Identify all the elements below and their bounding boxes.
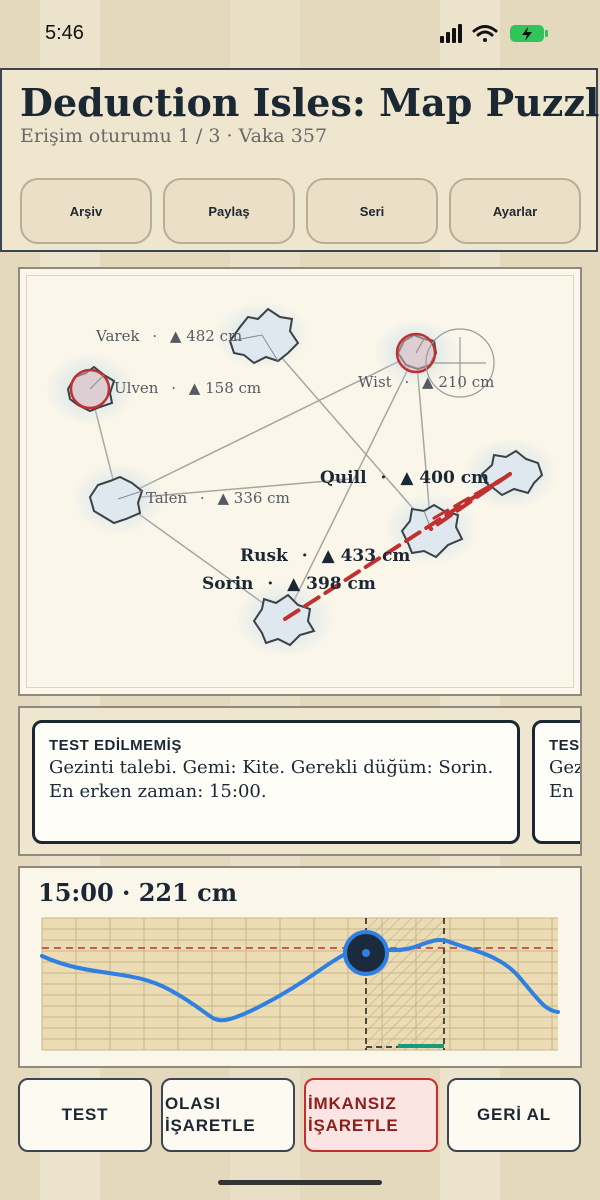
tide-panel: 15:00 · 221 cm — [18, 866, 582, 1068]
label-quill: Quill · ▲ 400 cm — [320, 468, 489, 488]
test-button[interactable]: TEST — [18, 1078, 152, 1152]
wifi-icon — [472, 25, 498, 42]
label-varek: Varek · ▲ 482 cm — [95, 327, 242, 345]
clue-card-next[interactable]: TES Gez En e — [532, 720, 582, 844]
clue-card[interactable]: TEST EDİLMEMİŞ Gezinti talebi. Gemi: Kit… — [32, 720, 520, 844]
archive-button[interactable]: Arşiv — [20, 178, 152, 244]
status-bar: 5:46 — [0, 0, 600, 68]
clue-status: TEST EDİLMEMİŞ — [49, 737, 182, 754]
label-ulven: Ulven · ▲ 158 cm — [114, 379, 261, 397]
label-rusk: Rusk · ▲ 433 cm — [240, 546, 410, 566]
status-icons — [440, 24, 548, 43]
game-header: Deduction Isles: Map Puzzle Erişim oturu… — [0, 68, 600, 252]
battery-icon — [510, 25, 548, 42]
signal-icon — [440, 24, 462, 43]
clue-text: Gezinti talebi. Gemi: Kite. Gerekli düğü… — [49, 757, 494, 802]
share-button[interactable]: Paylaş — [163, 178, 295, 244]
clue-status: TES — [549, 737, 580, 754]
session-subtitle: Erişim oturumu 1 / 3 · Vaka 357 — [20, 125, 328, 147]
tide-chart[interactable] — [20, 868, 580, 1066]
archipelago-map[interactable]: Varek · ▲ 482 cm Ulven · ▲ 158 cm Wist ·… — [20, 269, 580, 694]
clue-carousel[interactable]: TEST EDİLMEMİŞ Gezinti talebi. Gemi: Kit… — [18, 706, 582, 856]
label-talen: Talen · ▲ 336 cm — [146, 489, 290, 507]
series-button[interactable]: Seri — [306, 178, 438, 244]
map-panel: Varek · ▲ 482 cm Ulven · ▲ 158 cm Wist ·… — [18, 267, 582, 696]
clue-text: Gez En e — [549, 757, 582, 802]
page-title: Deduction Isles: Map Puzzle — [20, 80, 600, 125]
time-scrubber-dot — [362, 949, 370, 957]
label-sorin: Sorin · ▲ 398 cm — [202, 574, 376, 594]
settings-button[interactable]: Ayarlar — [449, 178, 581, 244]
home-indicator[interactable] — [218, 1180, 382, 1185]
label-wist: Wist · ▲ 210 cm — [358, 373, 494, 391]
status-time: 5:46 — [45, 22, 84, 44]
mark-possible-button[interactable]: OLASI İŞARETLE — [161, 1078, 295, 1152]
mark-impossible-button[interactable]: İMKANSIZ İŞARETLE — [304, 1078, 438, 1152]
undo-button[interactable]: GERİ AL — [447, 1078, 581, 1152]
